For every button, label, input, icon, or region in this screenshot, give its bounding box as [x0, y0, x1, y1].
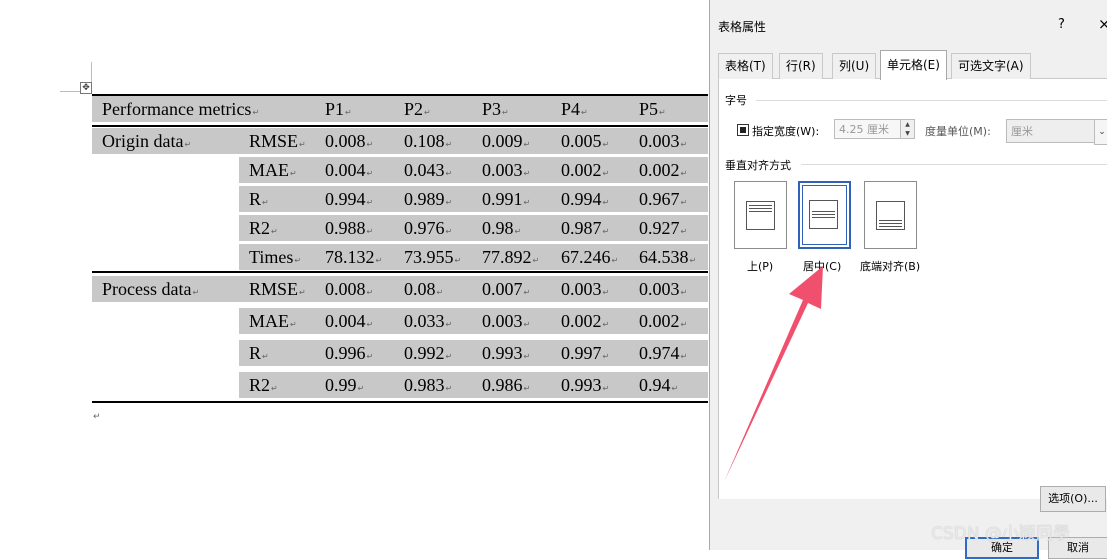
watermark: CSDN @小颖同學 — [931, 524, 1070, 544]
annotation-arrow-icon — [724, 266, 823, 482]
